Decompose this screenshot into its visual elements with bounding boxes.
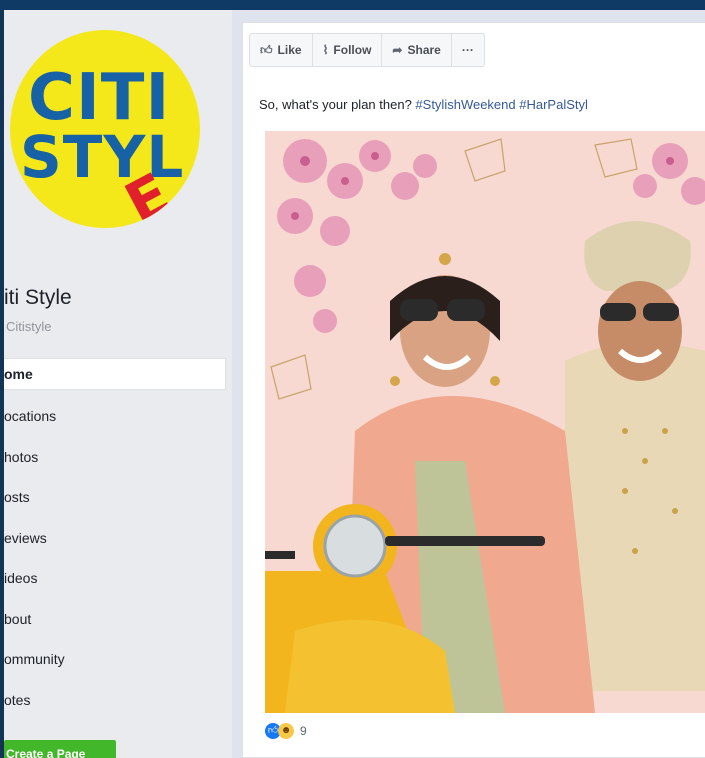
- page-nav-menu: ome ocations hotos osts eviews ideos bou…: [4, 358, 226, 722]
- follow-label: Follow: [333, 43, 372, 57]
- couple-on-scooter-illustration: [265, 131, 705, 713]
- nav-item-notes[interactable]: otes: [4, 682, 226, 723]
- more-options-button[interactable]: ···: [452, 34, 484, 66]
- page-profile-logo[interactable]: CITI STYL E: [10, 30, 200, 228]
- page-action-bar: 👍︎ Like ⌇ Follow ➦ Share ···: [249, 33, 485, 67]
- post-photo[interactable]: [265, 131, 705, 713]
- nav-item-photos[interactable]: hotos: [4, 439, 226, 480]
- reactions-summary[interactable]: 👍︎ ☻ 9: [265, 719, 307, 743]
- haha-reaction-icon: ☻: [278, 723, 294, 739]
- like-label: Like: [277, 43, 302, 57]
- create-page-button[interactable]: Create a Page: [4, 740, 116, 758]
- nav-item-posts[interactable]: osts: [4, 479, 226, 520]
- follow-button[interactable]: ⌇ Follow: [313, 34, 383, 66]
- logo-text-line1: CITI: [28, 61, 171, 135]
- post-caption: So, what's your plan then? #StylishWeeke…: [259, 97, 705, 112]
- share-button[interactable]: ➦ Share: [382, 34, 452, 66]
- nav-item-community[interactable]: ommunity: [4, 641, 226, 682]
- thumbs-up-icon: 👍︎: [260, 42, 273, 57]
- post-card: 👍︎ Like ⌇ Follow ➦ Share ··· So, what's …: [242, 22, 705, 758]
- window-top-bar: [0, 0, 705, 10]
- nav-item-locations[interactable]: ocations: [4, 398, 226, 439]
- page-sidebar: CITI STYL E iti Style Citistyle ome ocat…: [4, 10, 232, 758]
- nav-item-reviews[interactable]: eviews: [4, 520, 226, 561]
- nav-item-home[interactable]: ome: [4, 358, 226, 390]
- caption-hashtags[interactable]: #StylishWeekend #HarPalStyl: [415, 97, 587, 112]
- rss-follow-icon: ⌇: [322, 43, 329, 57]
- logo-text-line2: STYL: [20, 123, 185, 191]
- share-arrow-icon: ➦: [392, 43, 403, 57]
- main-content: 👍︎ Like ⌇ Follow ➦ Share ··· So, what's …: [232, 10, 705, 758]
- page-handle[interactable]: Citistyle: [6, 319, 52, 334]
- share-label: Share: [407, 43, 441, 57]
- caption-text: So, what's your plan then?: [259, 97, 416, 112]
- like-button[interactable]: 👍︎ Like: [250, 34, 313, 66]
- page-title[interactable]: iti Style: [4, 286, 72, 310]
- nav-item-videos[interactable]: ideos: [4, 560, 226, 601]
- nav-item-about[interactable]: bout: [4, 601, 226, 642]
- reactions-count: 9: [300, 724, 307, 738]
